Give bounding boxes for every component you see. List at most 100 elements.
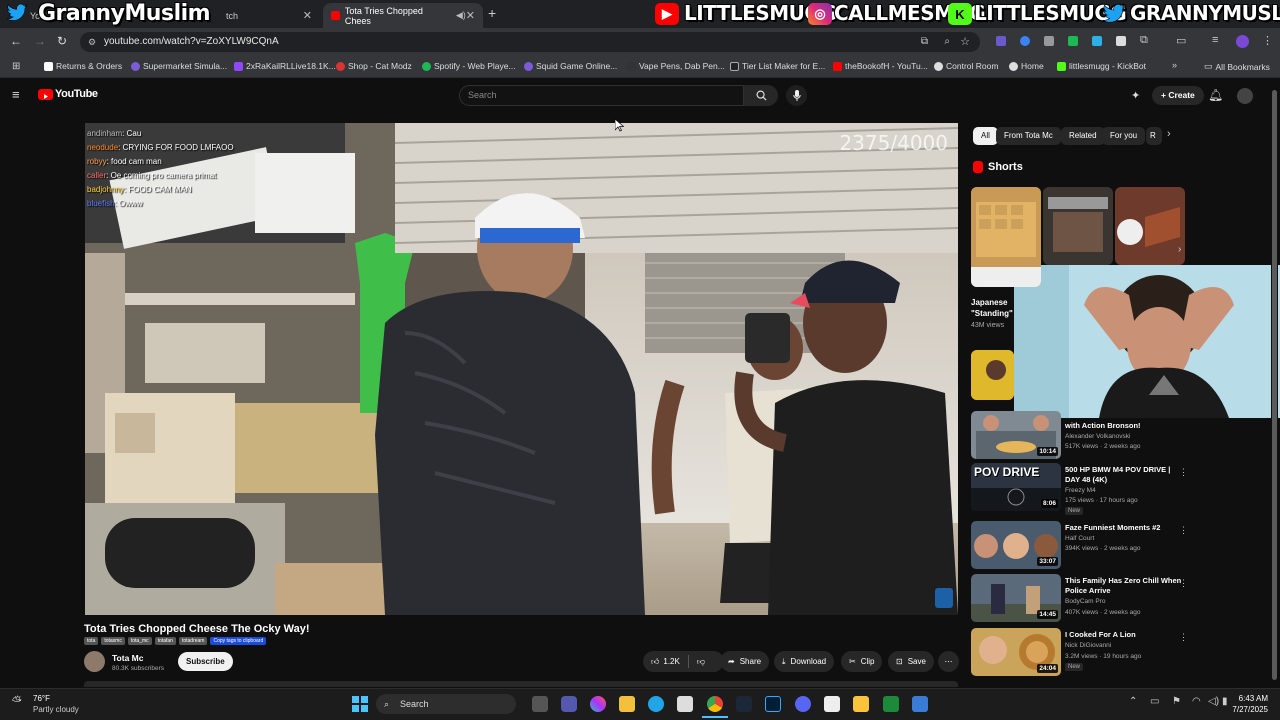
description-box[interactable]	[84, 681, 958, 687]
chip-recent[interactable]: R	[1146, 127, 1162, 145]
channel-name[interactable]: Tota Mc	[112, 653, 143, 663]
related-video[interactable]: 10:14 with Action Bronson! Alexander Vol…	[971, 411, 1271, 459]
bookmark-item[interactable]: Control Room	[934, 61, 998, 71]
chrome-icon[interactable]	[707, 696, 723, 712]
tray-app-icon[interactable]: ▭	[1150, 696, 1159, 707]
short-card[interactable]	[971, 350, 1014, 400]
document-icon[interactable]	[824, 696, 840, 712]
tray-overflow-icon[interactable]: ⌃	[1129, 696, 1137, 707]
bookmark-star-icon[interactable]: ☆	[960, 32, 970, 52]
sidepanel-icon[interactable]: ▭	[1176, 34, 1186, 47]
address-bar[interactable]: ⚙ youtube.com/watch?v=ZoXYLW9CQnA ⧉ ⌕ ☆	[80, 32, 980, 52]
bookmark-item[interactable]: Shop - Cat Modz	[336, 61, 412, 71]
notifications-bell-icon[interactable]: 🔔︎	[1208, 88, 1223, 102]
dislike-button[interactable]: 👎︎	[697, 651, 705, 672]
site-info-icon[interactable]: ⚙	[88, 32, 96, 52]
audio-playing-icon[interactable]: ◀)	[456, 10, 466, 21]
app-icon[interactable]	[883, 696, 899, 712]
hamburger-menu-icon[interactable]: ≡	[12, 87, 20, 102]
create-button[interactable]: + Create	[1152, 86, 1204, 105]
extension-2-icon[interactable]	[1020, 36, 1030, 46]
page-scrollbar[interactable]	[1271, 84, 1278, 684]
video-player[interactable]: 2375/4000 andinham: Cau neodude: CRYING …	[85, 123, 958, 615]
account-avatar[interactable]	[1237, 88, 1253, 104]
shorts-next-icon[interactable]: ›	[1178, 244, 1181, 255]
back-icon[interactable]: ←	[10, 34, 22, 48]
task-view-icon[interactable]	[532, 696, 548, 712]
weather-icon[interactable]: ⛅︎	[12, 694, 22, 709]
media-controls-icon[interactable]: ≡	[1212, 34, 1218, 46]
bookmark-item[interactable]: Squid Game Online...	[524, 61, 617, 71]
app-icon[interactable]	[912, 696, 928, 712]
volume-icon[interactable]: ◁)	[1208, 696, 1219, 707]
edge-icon[interactable]	[648, 696, 664, 712]
subscribe-button[interactable]: Subscribe	[178, 652, 233, 671]
related-video[interactable]: 33:07 Faze Funniest Moments #2 Half Cour…	[971, 521, 1271, 569]
apps-grid-icon[interactable]: ⊞	[12, 61, 20, 72]
download-button[interactable]: ⤓ Download	[774, 651, 835, 672]
teams-icon[interactable]	[561, 696, 577, 712]
channel-avatar[interactable]	[84, 651, 105, 672]
short-card[interactable]	[971, 187, 1041, 287]
short-card[interactable]	[1115, 187, 1185, 265]
chip-related[interactable]: Related	[1061, 127, 1105, 145]
chip-for-you[interactable]: For you	[1102, 127, 1146, 145]
like-button[interactable]: 👍︎ 1.2K	[651, 651, 680, 672]
cast-icon[interactable]: ⧉	[921, 32, 928, 52]
clip-button[interactable]: ✂ Clip	[841, 651, 883, 672]
all-bookmarks[interactable]: ▭ All Bookmarks	[1204, 61, 1270, 72]
extension-4-icon[interactable]	[1068, 36, 1078, 46]
windows-start-icon[interactable]	[352, 696, 368, 712]
bookmark-item[interactable]: Home	[1009, 61, 1044, 71]
bookmark-item[interactable]: littlesmugg - KickBot	[1057, 61, 1146, 71]
tray-app-icon[interactable]: ⚑	[1172, 696, 1181, 707]
extension-3-icon[interactable]	[1044, 36, 1054, 46]
discord-icon[interactable]	[795, 696, 811, 712]
extension-6-icon[interactable]	[1116, 36, 1126, 46]
bookmark-item[interactable]: Supermarket Simula...	[131, 61, 227, 71]
bookmark-item[interactable]: Vape Pens, Dab Pen...	[627, 61, 725, 71]
bookmark-item[interactable]: theBookofH - YouTu...	[833, 61, 928, 71]
search-button[interactable]	[744, 85, 778, 106]
app-icon[interactable]	[853, 696, 869, 712]
tab-active-video[interactable]: Tota Tries Chopped Chees ◀) ✕	[323, 3, 483, 28]
weather-temp[interactable]: 76°F	[33, 694, 50, 703]
tag-chip[interactable]: totafan	[154, 637, 176, 645]
new-tab-icon[interactable]: +	[488, 5, 496, 21]
voice-search-button[interactable]	[786, 85, 807, 106]
short-title[interactable]: Japanese "Standing"	[971, 297, 1016, 319]
more-options-icon[interactable]: ⋮	[1179, 525, 1188, 536]
clock-time[interactable]: 6:43 AM	[1238, 694, 1268, 703]
battery-icon[interactable]: ▮	[1222, 696, 1228, 707]
related-video[interactable]: POV DRIVE 8:06 500 HP BMW M4 POV DRIVE |…	[971, 463, 1271, 515]
extension-1-icon[interactable]	[996, 36, 1006, 46]
more-actions-button[interactable]: ⋯	[938, 651, 959, 672]
related-video[interactable]: 24:04 I Cooked For A Lion Nick DiGiovann…	[971, 628, 1271, 676]
taskbar-search[interactable]: ⌕ Search	[376, 694, 516, 714]
youtube-logo-text[interactable]: YouTube	[55, 88, 98, 100]
bookmark-item[interactable]: 2xRaKailRLLive18.1K...	[234, 61, 336, 71]
profile-avatar[interactable]	[1236, 35, 1249, 48]
steam-icon[interactable]	[736, 696, 752, 712]
clock-date[interactable]: 7/27/2025	[1228, 705, 1268, 714]
tag-chip[interactable]: totasmc	[101, 637, 125, 645]
chip-from-channel[interactable]: From Tota Mc	[996, 127, 1061, 145]
more-options-icon[interactable]: ⋮	[1179, 467, 1188, 478]
more-bookmarks-icon[interactable]: »	[1172, 60, 1177, 70]
file-explorer-icon[interactable]	[619, 696, 635, 712]
save-button[interactable]: ⊡ Save	[888, 651, 934, 672]
browser-menu-icon[interactable]: ⋮	[1262, 34, 1273, 47]
chips-next-icon[interactable]: ›	[1167, 128, 1171, 140]
wifi-icon[interactable]: ◠	[1192, 696, 1201, 707]
bookmark-item[interactable]: Returns & Orders	[44, 61, 122, 71]
store-icon[interactable]	[677, 696, 693, 712]
extensions-puzzle-icon[interactable]: ⧉	[1140, 34, 1148, 47]
close-tab-icon[interactable]: ✕	[303, 9, 312, 22]
search-input[interactable]: Search	[459, 85, 744, 106]
chip-all[interactable]: All	[973, 127, 998, 145]
youtube-logo-icon[interactable]	[38, 89, 53, 100]
scrollbar-thumb[interactable]	[1272, 90, 1277, 680]
more-options-icon[interactable]: ⋮	[1179, 578, 1188, 589]
close-tab-icon[interactable]: ✕	[466, 9, 475, 22]
short-card[interactable]	[1043, 187, 1113, 265]
